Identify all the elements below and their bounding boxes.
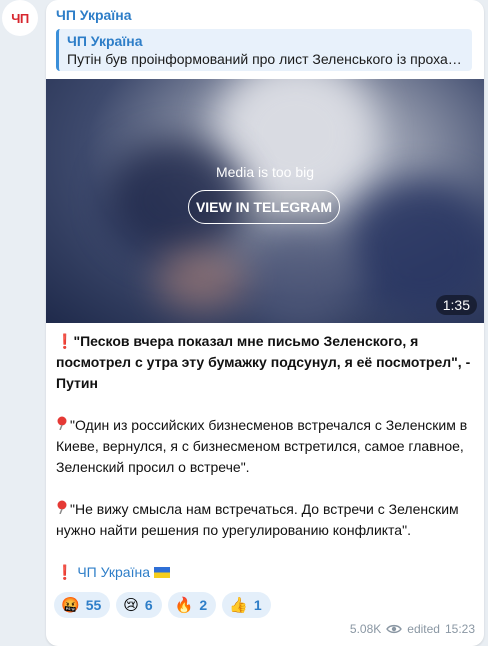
reaction-count: 55	[85, 597, 102, 613]
paragraph-1-text: "Песков вчера показал мне письмо Зеленск…	[56, 333, 471, 391]
reaction-angry[interactable]: 🤬 55	[54, 592, 111, 618]
reply-quote-text: Путін був проінформований про лист Зелен…	[67, 51, 464, 67]
reaction-fire[interactable]: 🔥 2	[167, 592, 217, 618]
channel-name[interactable]: ЧП Україна	[56, 7, 132, 23]
thumbs-up-icon: 👍	[229, 596, 248, 614]
paragraph-1: ❗"Песков вчера показал мне письмо Зеленс…	[56, 331, 474, 394]
paragraph-2-text: "Один из российских бизнесменов встречал…	[56, 417, 468, 475]
crying-face-icon: 😢	[123, 596, 139, 614]
avatar-text: ЧП	[11, 10, 29, 26]
media-too-big-label: Media is too big	[215, 164, 315, 180]
view-in-telegram-button[interactable]: VIEW IN TELEGRAM	[188, 190, 340, 224]
channel-avatar[interactable]: ЧП	[2, 0, 38, 36]
paragraph-2: "Один из российских бизнесменов встречал…	[56, 415, 474, 478]
reaction-count: 1	[253, 597, 262, 613]
video-preview[interactable]: Media is too big VIEW IN TELEGRAM 1:35	[46, 79, 484, 323]
signature-line: ❗ ЧП Україна	[56, 562, 474, 583]
reaction-thumbs-up[interactable]: 👍 1	[222, 592, 271, 618]
paragraph-3-text: "Не вижу смысла нам встречаться. До встр…	[56, 501, 459, 538]
reaction-count: 2	[199, 597, 208, 613]
eye-icon	[386, 624, 403, 634]
paragraph-3: "Не вижу смысла нам встречаться. До встр…	[56, 499, 474, 541]
angry-face-icon: 🤬	[61, 596, 80, 614]
exclamation-icon: ❗	[56, 564, 74, 580]
pin-icon	[56, 415, 70, 436]
view-count: 5.08K	[349, 622, 382, 636]
message-footer: 5.08K edited 15:23	[350, 622, 475, 636]
video-duration: 1:35	[435, 295, 477, 315]
reply-quote[interactable]: ЧП Україна Путін був проінформований про…	[56, 29, 472, 71]
reaction-crying[interactable]: 😢 6	[116, 592, 162, 618]
pin-icon	[56, 499, 70, 520]
reactions-bar: 🤬 55 😢 6 🔥 2 👍 1	[54, 592, 271, 618]
fire-icon: 🔥	[174, 596, 194, 614]
message-text: ❗"Песков вчера показал мне письмо Зеленс…	[56, 331, 474, 604]
message-bubble: ЧП Україна ЧП Україна Путін був проінфор…	[46, 0, 484, 646]
reply-quote-title: ЧП Україна	[67, 33, 143, 49]
exclamation-icon: ❗	[56, 333, 74, 349]
signature-link[interactable]: ЧП Україна	[77, 564, 150, 580]
reaction-count: 6	[144, 597, 153, 613]
ukraine-flag-icon	[153, 564, 170, 580]
message-time: 15:23	[444, 622, 475, 636]
edited-label: edited	[407, 622, 440, 636]
